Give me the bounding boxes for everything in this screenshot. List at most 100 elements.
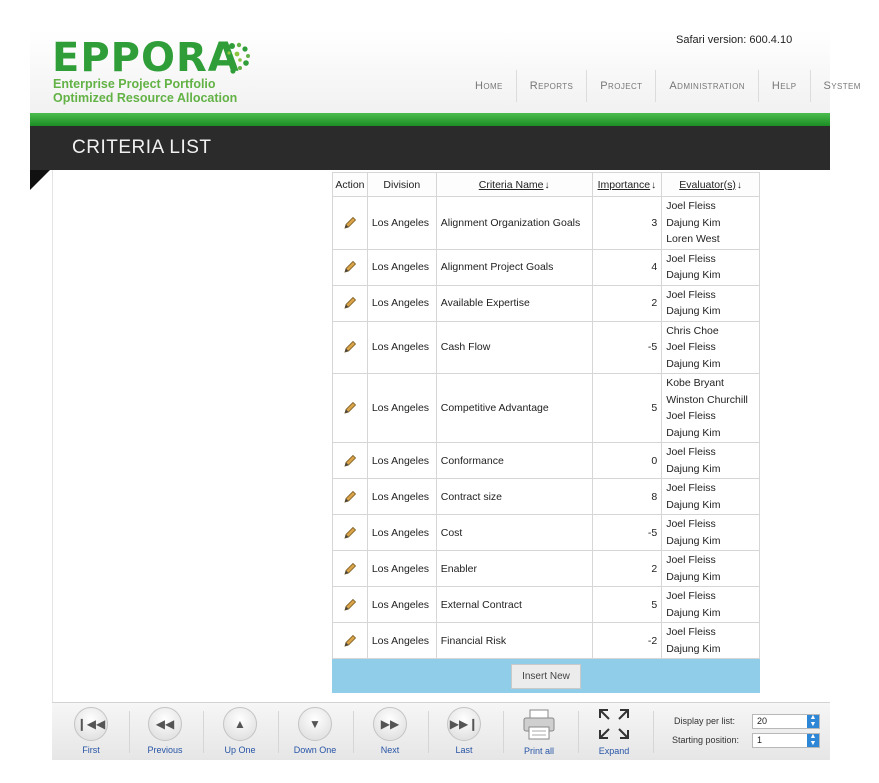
table-row: Los Angeles Alignment Organization Goals 3… <box>332 196 760 250</box>
edit-button[interactable] <box>332 284 368 322</box>
cell-criteria-name: Competitive Advantage <box>435 373 593 443</box>
up-one-label: Up One <box>224 745 256 755</box>
cell-evaluators: Joel Fleiss Dajung Kim <box>661 622 760 659</box>
col-action: Action <box>332 172 368 197</box>
up-one-button[interactable]: ▲ Up One <box>205 707 275 755</box>
col-division: Division <box>366 172 437 197</box>
starting-position-label: Starting position: <box>672 735 740 745</box>
sort-arrow-icon: ↓ <box>736 179 742 191</box>
nav-reports[interactable]: Reports <box>515 70 587 102</box>
first-icon: ❙◀◀ <box>74 707 108 741</box>
evaluator-name: Joel Fleiss <box>666 200 716 212</box>
expand-button[interactable]: Expand <box>579 707 649 756</box>
divider <box>653 711 654 753</box>
cell-evaluators: Joel Fleiss Dajung Kim <box>661 550 760 587</box>
edit-button[interactable] <box>332 586 368 623</box>
table-row: Los Angeles Cash Flow -5 Chris Choe Joel Fle… <box>332 320 760 374</box>
down-arrow-icon: ▼ <box>298 707 332 741</box>
expand-label: Expand <box>598 746 630 756</box>
corner-fold <box>30 170 50 190</box>
down-one-button[interactable]: ▼ Down One <box>280 707 350 755</box>
starting-position-select[interactable]: 1 ▲ ▼ <box>752 733 820 748</box>
edit-button[interactable] <box>332 373 368 443</box>
first-button[interactable]: ❙◀◀ First <box>56 707 126 755</box>
sort-arrow-icon: ↓ <box>651 179 657 191</box>
cell-importance: 5 <box>591 373 663 443</box>
cell-importance: 8 <box>591 478 663 515</box>
evaluator-name: Joel Fleiss <box>666 288 716 301</box>
table-row: Los Angeles Alignment Project Goals 4 Joel … <box>332 248 760 286</box>
cell-criteria-name: External Contract <box>435 586 593 623</box>
previous-button[interactable]: ◀◀ Previous <box>130 707 200 755</box>
next-label: Next <box>380 745 400 755</box>
edit-button[interactable] <box>332 248 368 286</box>
edit-button[interactable] <box>332 622 368 659</box>
pencil-icon <box>344 296 356 309</box>
evaluator-name: Joel Fleiss <box>666 518 716 530</box>
cell-division: Los Angeles <box>366 320 437 374</box>
nav-home[interactable]: Home <box>462 70 516 102</box>
cell-criteria-name: Financial Risk <box>435 622 593 659</box>
table-row: Los Angeles Financial Risk -2 Joel Fleiss Da… <box>332 622 760 659</box>
evaluator-name: Dajung Kim <box>666 426 721 439</box>
cell-importance: 5 <box>591 586 663 623</box>
nav-system[interactable]: System <box>809 70 874 102</box>
display-per-list-select[interactable]: 20 ▲ ▼ <box>752 714 820 729</box>
app-header: EPPORA Enterprise Project Portfolio Opti… <box>30 30 860 114</box>
display-per-list-value: 20 <box>757 716 768 726</box>
next-icon: ▶▶ <box>373 707 407 741</box>
evaluator-name: Dajung Kim <box>666 606 721 619</box>
edit-button[interactable] <box>332 550 368 587</box>
col-importance[interactable]: Importance↓ <box>591 172 663 197</box>
evaluator-name: Dajung Kim <box>666 357 721 370</box>
cell-criteria-name: Alignment Project Goals <box>435 248 593 286</box>
divider <box>278 711 279 753</box>
cell-evaluators: Joel Fleiss Dajung Kim <box>661 478 760 515</box>
col-evaluators[interactable]: Evaluator(s)↓ <box>661 172 760 197</box>
cell-division: Los Angeles <box>366 622 437 659</box>
cell-importance: 4 <box>591 248 663 286</box>
cell-evaluators: Joel Fleiss Dajung Kim <box>661 586 760 623</box>
table-row: Los Angeles Available Expertise 2 Joel Flei… <box>332 284 760 322</box>
evaluator-name: Joel Fleiss <box>666 554 716 566</box>
cell-evaluators: Joel Fleiss Dajung Kim Loren West <box>661 196 760 250</box>
previous-label: Previous <box>147 745 183 755</box>
edit-button[interactable] <box>332 320 368 374</box>
last-button[interactable]: ▶▶❙ Last <box>429 707 499 755</box>
cell-criteria-name: Conformance <box>435 442 593 479</box>
nav-administration[interactable]: Administration <box>655 70 757 102</box>
cell-division: Los Angeles <box>366 514 437 551</box>
table-row: Los Angeles Enabler 2 Joel Fleiss Dajung Kim <box>332 550 760 587</box>
col-criteria-name[interactable]: Criteria Name↓ <box>435 172 593 197</box>
cell-division: Los Angeles <box>366 284 437 322</box>
table-row: Los Angeles Cost -5 Joel Fleiss Dajung Kim <box>332 514 760 551</box>
pencil-icon <box>344 216 356 229</box>
col-evaluators-label[interactable]: Evaluator(s) <box>679 179 736 191</box>
col-criteria-name-label[interactable]: Criteria Name <box>479 179 544 191</box>
down-one-label: Down One <box>293 745 337 755</box>
display-per-list-label: Display per list: <box>674 716 736 726</box>
cell-evaluators: Kobe Bryant Winston Churchill Joel Fleiss D… <box>661 373 760 443</box>
pencil-icon <box>344 598 356 611</box>
pencil-icon <box>344 490 356 503</box>
edit-button[interactable] <box>332 196 368 250</box>
table-row: Los Angeles External Contract 5 Joel Fleiss… <box>332 586 760 623</box>
nav-help[interactable]: Help <box>757 70 810 102</box>
print-all-button[interactable]: Print all <box>504 707 574 756</box>
green-divider <box>30 113 830 126</box>
cell-importance: 3 <box>591 196 663 250</box>
cell-division: Los Angeles <box>366 196 437 250</box>
edit-button[interactable] <box>332 514 368 551</box>
cell-division: Los Angeles <box>366 586 437 623</box>
print-all-label: Print all <box>523 746 554 756</box>
evaluator-name: Joel Fleiss <box>666 482 716 494</box>
insert-new-button[interactable]: Insert New <box>511 663 581 689</box>
edit-button[interactable] <box>332 442 368 479</box>
pencil-icon <box>344 634 356 647</box>
next-button[interactable]: ▶▶ Next <box>355 707 425 755</box>
nav-project[interactable]: Project <box>586 70 655 102</box>
col-importance-label[interactable]: Importance <box>598 179 651 191</box>
expand-icon <box>599 709 629 739</box>
evaluator-name: Dajung Kim <box>666 498 721 511</box>
edit-button[interactable] <box>332 478 368 515</box>
